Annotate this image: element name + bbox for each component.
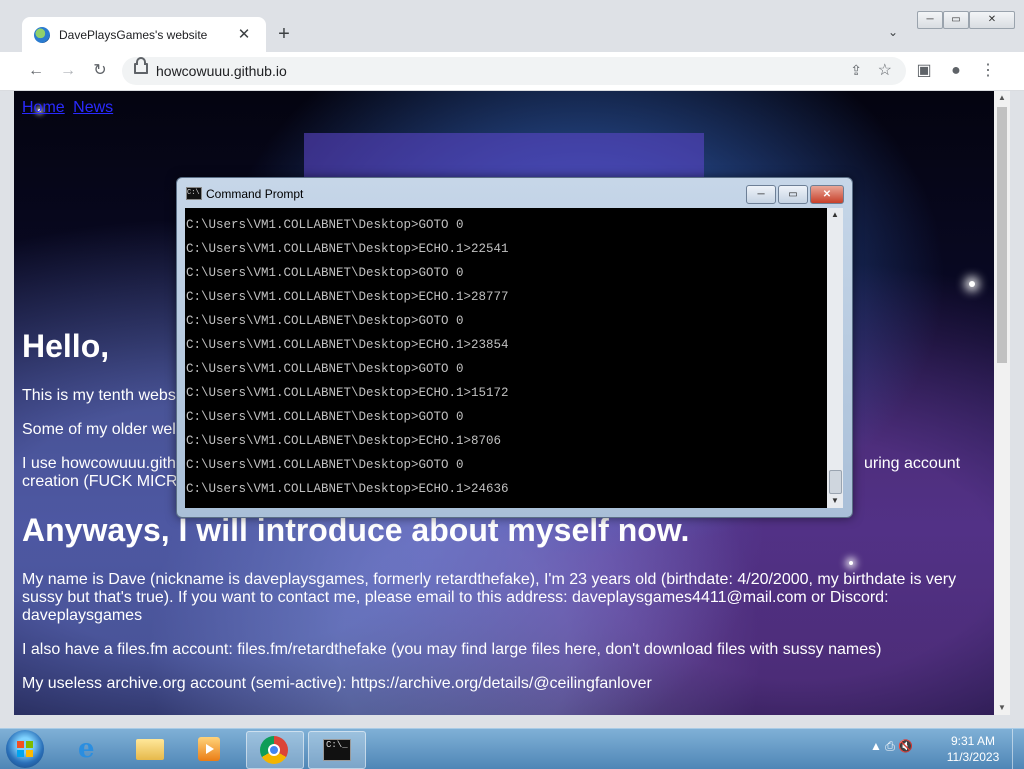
internet-explorer-icon: e — [78, 734, 95, 764]
window-close-button[interactable]: ✕ — [969, 11, 1015, 29]
cmd-title: Command Prompt — [206, 187, 304, 201]
url-text[interactable]: howcowuuu.github.io — [156, 63, 287, 79]
console-line: C:\Users\VM1.COLLABNET\Desktop>GOTO 0 — [186, 458, 464, 472]
back-icon[interactable]: ← — [26, 61, 46, 81]
cmd-app-icon: C:\ — [186, 187, 202, 200]
files-paragraph: I also have a files.fm account: files.fm… — [22, 641, 882, 658]
console-line: C:\Users\VM1.COLLABNET\Desktop>ECHO.1>22… — [186, 242, 509, 256]
tab-search-icon[interactable]: ⌄ — [884, 25, 902, 43]
intro-paragraph-3-tail: uring account — [864, 455, 961, 472]
scroll-thumb[interactable] — [997, 107, 1007, 363]
cmd-close-button[interactable]: ✕ — [810, 185, 844, 204]
nav-link-news[interactable]: News — [73, 99, 113, 116]
window-maximize-button[interactable]: ▭ — [943, 11, 969, 29]
chrome-icon — [260, 736, 288, 764]
command-prompt-window[interactable]: C:\ Command Prompt ─ ▭ ✕ C:\Users\VM1.CO… — [176, 177, 853, 518]
browser-toolbar: ← → ↻ howcowuuu.github.io ⇪ ☆ ▣ ● ⋮ — [0, 52, 1024, 91]
console-line: C:\Users\VM1.COLLABNET\Desktop>ECHO.1>28… — [186, 290, 509, 304]
cmd-scrollbar[interactable]: ▲ ▼ — [827, 208, 843, 508]
cmd-scroll-up-icon[interactable]: ▲ — [827, 208, 843, 222]
lock-icon[interactable] — [134, 57, 148, 74]
taskbar-internet-explorer[interactable]: e — [62, 731, 118, 767]
console-line: C:\Users\VM1.COLLABNET\Desktop>GOTO 0 — [186, 362, 464, 376]
show-desktop-button[interactable] — [1012, 729, 1024, 769]
taskbar-clock[interactable]: 9:31 AM 11/3/2023 — [942, 733, 1004, 765]
forward-icon[interactable]: → — [58, 61, 78, 81]
star-decoration — [849, 561, 853, 565]
folder-icon — [136, 739, 164, 760]
taskbar: e C:\_ ▲ ⎙ 🔇 9:31 AM 11/3/2023 — [0, 728, 1024, 769]
scroll-down-arrow-icon[interactable]: ▼ — [994, 701, 1010, 715]
console-line: C:\Users\VM1.COLLABNET\Desktop>ECHO.1>23… — [186, 338, 509, 352]
tab-title: DavePlaysGames's website — [59, 27, 208, 42]
taskbar-command-prompt[interactable]: C:\_ — [308, 731, 366, 769]
page-scrollbar[interactable]: ▲ ▼ — [994, 91, 1010, 715]
console-line: C:\Users\VM1.COLLABNET\Desktop>ECHO.1>15… — [186, 386, 509, 400]
console-line: C:\Users\VM1.COLLABNET\Desktop>ECHO.1>24… — [186, 482, 509, 496]
system-tray-icons[interactable]: ▲ ⎙ 🔇 — [870, 739, 913, 754]
hello-heading: Hello, — [22, 328, 110, 364]
windows-logo-icon — [17, 741, 33, 757]
scroll-up-arrow-icon[interactable]: ▲ — [994, 91, 1010, 105]
cmd-maximize-button[interactable]: ▭ — [778, 185, 808, 204]
console-line: C:\Users\VM1.COLLABNET\Desktop>GOTO 0 — [186, 266, 464, 280]
about-paragraph: My name is Dave (nickname is daveplaysga… — [22, 571, 957, 624]
share-icon[interactable]: ⇪ — [850, 62, 862, 79]
reload-icon[interactable]: ↻ — [90, 61, 110, 81]
side-panel-icon[interactable]: ▣ — [914, 61, 934, 81]
archive-paragraph: My useless archive.org account (semi-act… — [22, 675, 652, 692]
clock-date: 11/3/2023 — [946, 750, 1000, 764]
browser-tab[interactable]: DavePlaysGames's website ✕ — [22, 17, 266, 52]
tab-strip: DavePlaysGames's website ✕ + ⌄ ─ ▭ ✕ — [0, 0, 1024, 52]
nav-link-home[interactable]: Home — [22, 99, 65, 116]
cmd-minimize-button[interactable]: ─ — [746, 185, 776, 204]
console-line: C:\Users\VM1.COLLABNET\Desktop>GOTO 0 — [186, 410, 464, 424]
taskbar-windows-explorer[interactable] — [122, 731, 178, 767]
page-nav: Home News — [22, 99, 117, 117]
cmd-scroll-thumb[interactable] — [829, 470, 842, 494]
command-prompt-icon: C:\_ — [323, 739, 351, 761]
cmd-scroll-down-icon[interactable]: ▼ — [827, 494, 843, 508]
chrome-menu-icon[interactable]: ⋮ — [978, 61, 998, 81]
cmd-titlebar[interactable]: C:\ Command Prompt ─ ▭ ✕ — [177, 178, 852, 208]
taskbar-google-chrome[interactable] — [246, 731, 304, 769]
tab-close-icon[interactable]: ✕ — [236, 26, 252, 43]
star-decoration — [969, 281, 975, 287]
new-tab-button[interactable]: + — [274, 24, 294, 44]
profile-avatar-icon[interactable]: ● — [946, 61, 966, 81]
taskbar-media-player[interactable] — [182, 731, 238, 767]
console-line: C:\Users\VM1.COLLABNET\Desktop>GOTO 0 — [186, 218, 464, 232]
site-favicon-icon — [34, 26, 50, 43]
bookmark-star-icon[interactable]: ☆ — [878, 60, 892, 80]
start-button[interactable] — [6, 730, 44, 768]
media-player-icon — [198, 737, 220, 761]
console-line: C:\Users\VM1.COLLABNET\Desktop>GOTO 0 — [186, 314, 464, 328]
address-bar[interactable]: howcowuuu.github.io ⇪ ☆ — [122, 57, 906, 85]
clock-time: 9:31 AM — [950, 734, 996, 748]
window-minimize-button[interactable]: ─ — [917, 11, 943, 29]
console-output[interactable]: C:\Users\VM1.COLLABNET\Desktop>GOTO 0 C:… — [185, 208, 827, 508]
console-line: C:\Users\VM1.COLLABNET\Desktop>ECHO.1>87… — [186, 434, 502, 448]
